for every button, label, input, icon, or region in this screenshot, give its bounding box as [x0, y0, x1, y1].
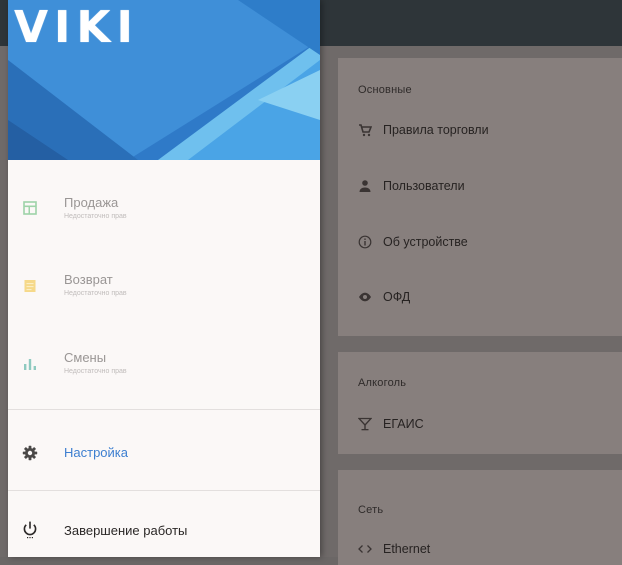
settings-card-main: Основные Правила торговли Пользователи О…: [338, 58, 622, 336]
settings-row-label: ЕГАИС: [383, 417, 424, 431]
glass-icon: [358, 417, 372, 431]
drawer-item-shutdown[interactable]: Завершение работы: [8, 497, 320, 557]
return-note-icon: [22, 278, 38, 294]
drawer-item-return[interactable]: Возврат Недостаточно прав: [8, 258, 320, 318]
drawer-item-subtitle: Недостаточно прав: [64, 290, 127, 297]
drawer-item-subtitle: Недостаточно прав: [64, 213, 127, 220]
section-title-main: Основные: [358, 84, 412, 96]
drawer-item-title: Завершение работы: [64, 523, 188, 538]
settings-row-about-device[interactable]: Об устройстве: [358, 232, 468, 252]
drawer-item-title: Возврат: [64, 272, 113, 287]
info-icon: [358, 235, 372, 249]
sale-table-icon: [22, 200, 38, 216]
drawer-header: VIKI: [8, 0, 320, 160]
settings-row-egais[interactable]: ЕГАИС: [358, 414, 424, 434]
settings-row-ofd[interactable]: ОФД: [358, 287, 410, 307]
drawer-divider: [8, 490, 320, 491]
cart-icon: [358, 123, 372, 137]
settings-row-label: Ethernet: [383, 542, 431, 556]
drawer-item-shifts[interactable]: Смены Недостаточно прав: [8, 336, 320, 396]
drawer-item-settings[interactable]: Настройка: [8, 420, 320, 486]
shifts-chart-icon: [22, 356, 38, 372]
viki-logo: VIKI: [14, 2, 139, 53]
settings-row-label: Об устройстве: [383, 235, 468, 249]
drawer-item-title: Продажа: [64, 195, 119, 210]
section-title-alcohol: Алкоголь: [358, 377, 407, 389]
eye-icon: [358, 290, 372, 304]
section-title-network: Сеть: [358, 504, 384, 516]
settings-row-users[interactable]: Пользователи: [358, 176, 465, 196]
drawer-divider: [8, 409, 320, 410]
settings-card-network: Сеть Ethernet: [338, 470, 622, 565]
power-icon: [22, 521, 38, 539]
drawer-item-title: Настройка: [64, 445, 128, 460]
settings-card-alcohol: Алкоголь ЕГАИС: [338, 352, 622, 454]
drawer-item-subtitle: Недостаточно прав: [64, 368, 127, 375]
drawer-item-title: Смены: [64, 350, 107, 365]
gear-icon: [22, 445, 38, 461]
ethernet-icon: [358, 542, 372, 556]
settings-row-ethernet[interactable]: Ethernet: [358, 539, 430, 559]
settings-row-label: Пользователи: [383, 179, 465, 193]
settings-row-label: Правила торговли: [383, 123, 489, 137]
navigation-drawer: VIKI Продажа Недостаточно прав Возврат Н…: [8, 0, 320, 557]
user-icon: [358, 179, 372, 193]
drawer-item-sale[interactable]: Продажа Недостаточно прав: [8, 180, 320, 240]
settings-row-trade-rules[interactable]: Правила торговли: [358, 120, 489, 140]
settings-row-label: ОФД: [383, 290, 411, 304]
